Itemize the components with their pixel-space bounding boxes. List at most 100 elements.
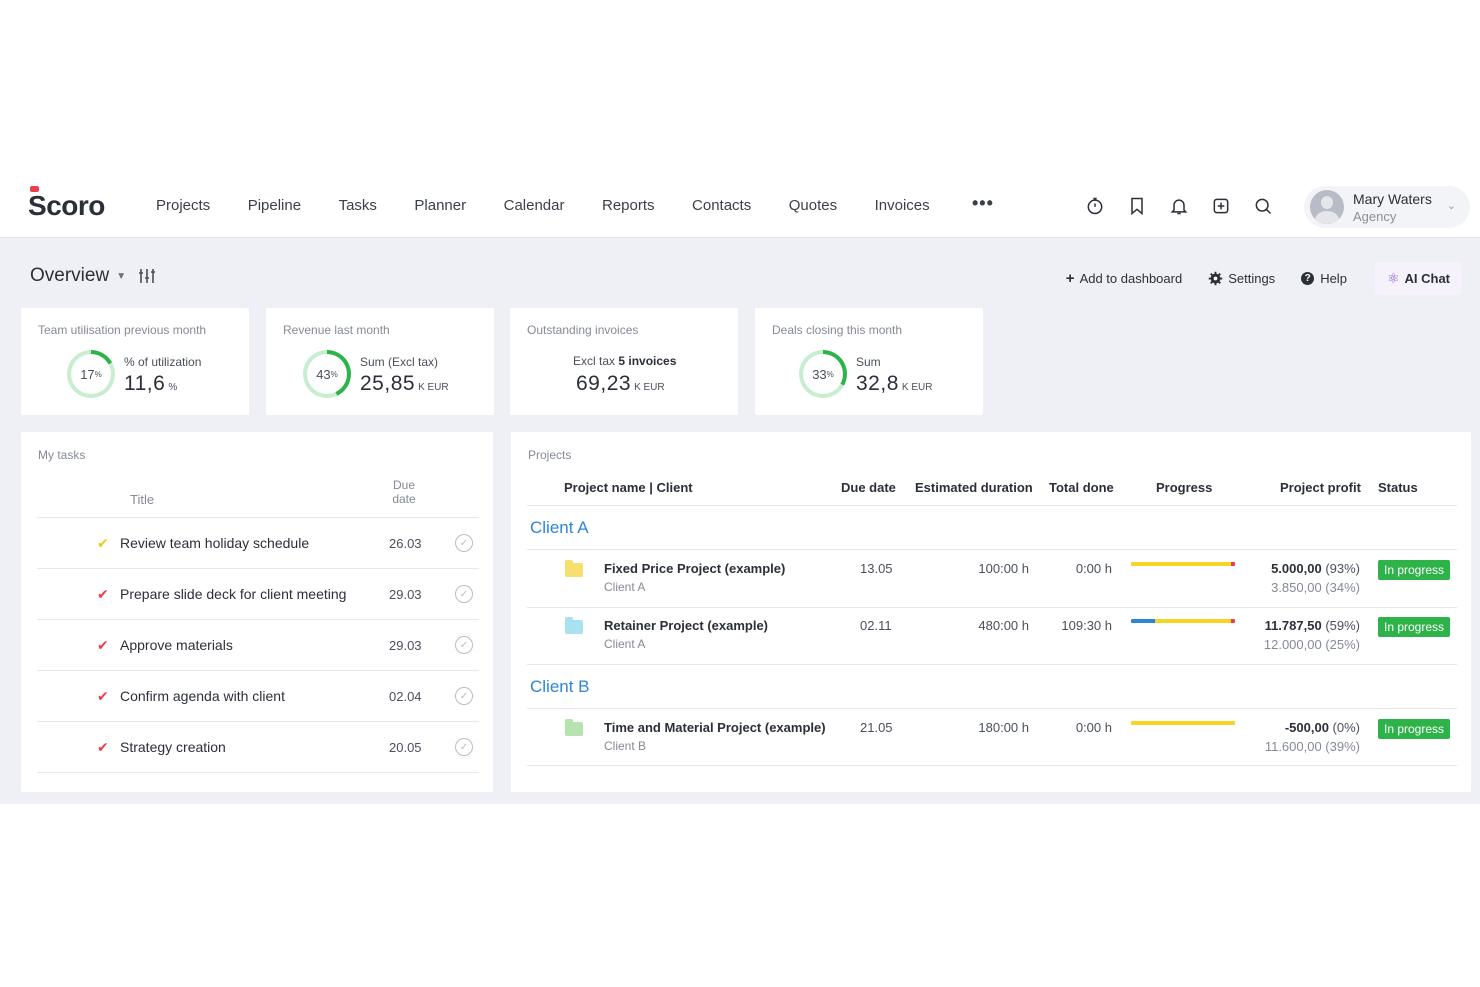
status-badge[interactable]: In progress bbox=[1378, 617, 1451, 637]
complete-task-icon[interactable]: ✓ bbox=[455, 585, 473, 603]
task-title[interactable]: Prepare slide deck for client meeting bbox=[120, 586, 346, 602]
kpi-subtitle: % of utilization bbox=[124, 355, 202, 369]
progress-bar-overdue bbox=[1231, 562, 1235, 566]
dashboard-selector[interactable]: Overview ▼ bbox=[30, 265, 156, 287]
settings-button[interactable]: Settings bbox=[1208, 271, 1275, 286]
complete-task-icon[interactable]: ✓ bbox=[455, 738, 473, 756]
project-profit-value: 11.787,50 bbox=[1264, 618, 1322, 633]
checkmark-icon: ✔ bbox=[97, 739, 109, 755]
list-item[interactable]: ✔ Review team holiday schedule 26.03 ✓ bbox=[37, 518, 479, 569]
scoro-logo[interactable]: Scoro bbox=[28, 190, 105, 222]
table-row[interactable]: Time and Material Project (example) Clie… bbox=[527, 709, 1457, 766]
client-group-label[interactable]: Client B bbox=[530, 677, 590, 697]
more-menu-icon[interactable]: ••• bbox=[972, 193, 994, 214]
overview-actions: + Add to dashboard Settings ? Help ⚛ AI … bbox=[1040, 262, 1462, 295]
task-title[interactable]: Approve materials bbox=[120, 637, 233, 653]
nav-item-reports[interactable]: Reports bbox=[602, 197, 655, 214]
kpi-card-invoices[interactable]: Outstanding invoices Excl tax 5 invoices… bbox=[510, 308, 738, 415]
add-to-dashboard-button[interactable]: + Add to dashboard bbox=[1066, 270, 1182, 287]
search-icon[interactable] bbox=[1252, 195, 1274, 217]
kpi-title: Revenue last month bbox=[283, 323, 390, 337]
complete-task-icon[interactable]: ✓ bbox=[455, 636, 473, 654]
kpi-donut-label: 43 bbox=[316, 366, 331, 382]
column-header-estimated-duration[interactable]: Estimated duration bbox=[915, 480, 1033, 506]
kpi-card-revenue[interactable]: Revenue last month 43% Sum (Excl tax) 25… bbox=[266, 308, 494, 415]
filter-sliders-icon[interactable] bbox=[138, 267, 156, 285]
project-client[interactable]: Client A bbox=[604, 580, 645, 594]
task-title[interactable]: Confirm agenda with client bbox=[120, 688, 285, 704]
projects-panel: Projects Project name | Client Due date … bbox=[511, 432, 1471, 792]
user-menu[interactable]: Mary Waters Agency ⌄ bbox=[1304, 186, 1470, 228]
top-icon-group bbox=[1084, 195, 1294, 217]
kpi-value: 32,8 K EUR bbox=[856, 372, 932, 396]
task-title[interactable]: Strategy creation bbox=[120, 739, 226, 755]
project-planned-profit: 11.600,00 (39%) bbox=[1264, 739, 1360, 754]
project-name[interactable]: Retainer Project (example) bbox=[604, 618, 768, 633]
page-title: Overview bbox=[30, 265, 110, 286]
nav-item-projects[interactable]: Projects bbox=[156, 197, 210, 214]
my-tasks-panel: My tasks Title Due date ✔ Review team ho… bbox=[21, 432, 493, 792]
progress-bar bbox=[1131, 562, 1235, 566]
nav-item-quotes[interactable]: Quotes bbox=[789, 197, 837, 214]
column-header-title[interactable]: Title bbox=[130, 492, 154, 507]
nav-item-tasks[interactable]: Tasks bbox=[339, 197, 377, 214]
list-item[interactable]: ✔ Confirm agenda with client 02.04 ✓ bbox=[37, 671, 479, 722]
nav-item-invoices[interactable]: Invoices bbox=[875, 197, 930, 214]
divider bbox=[527, 664, 1457, 665]
bookmark-icon[interactable] bbox=[1126, 195, 1148, 217]
client-group-label[interactable]: Client A bbox=[530, 518, 589, 538]
kpi-donut-label: 17 bbox=[80, 366, 95, 382]
project-client[interactable]: Client B bbox=[604, 739, 646, 753]
project-profit-percent: (0%) bbox=[1332, 720, 1360, 735]
kpi-value-number: 11,6 bbox=[124, 372, 166, 395]
add-square-icon[interactable] bbox=[1210, 195, 1232, 217]
list-item[interactable]: ✔ Strategy creation 20.05 ✓ bbox=[37, 722, 479, 773]
project-name[interactable]: Time and Material Project (example) bbox=[604, 720, 826, 735]
help-icon: ? bbox=[1301, 272, 1315, 285]
column-header-progress[interactable]: Progress bbox=[1156, 480, 1212, 506]
project-profit-value: 5.000,00 bbox=[1271, 561, 1322, 576]
kpi-value: 11,6% bbox=[124, 372, 177, 396]
kpi-subtitle: Sum bbox=[856, 355, 881, 369]
timer-icon[interactable] bbox=[1084, 195, 1106, 217]
task-title[interactable]: Review team holiday schedule bbox=[120, 535, 309, 551]
complete-task-icon[interactable]: ✓ bbox=[455, 534, 473, 552]
column-header-project-name[interactable]: Project name | Client bbox=[564, 480, 693, 506]
divider bbox=[527, 505, 1457, 506]
project-client[interactable]: Client A bbox=[604, 637, 645, 651]
complete-task-icon[interactable]: ✓ bbox=[455, 687, 473, 705]
table-row[interactable]: Fixed Price Project (example) Client A 1… bbox=[527, 550, 1457, 607]
project-planned-profit: 3.850,00 (34%) bbox=[1271, 580, 1360, 595]
kpi-subtitle-prefix: Excl tax bbox=[573, 354, 616, 368]
bell-icon[interactable] bbox=[1168, 195, 1190, 217]
column-header-due-date[interactable]: Due date bbox=[381, 478, 427, 506]
progress-bar-done bbox=[1131, 619, 1155, 623]
list-item[interactable]: ✔ Approve materials 29.03 ✓ bbox=[37, 620, 479, 671]
user-name: Mary Waters bbox=[1353, 190, 1432, 207]
project-name[interactable]: Fixed Price Project (example) bbox=[604, 561, 785, 576]
project-planned-profit: 12.000,00 (25%) bbox=[1263, 637, 1360, 652]
column-header-status[interactable]: Status bbox=[1378, 480, 1418, 506]
nav-item-contacts[interactable]: Contacts bbox=[692, 197, 751, 214]
nav-item-calendar[interactable]: Calendar bbox=[504, 197, 565, 214]
panel-title: My tasks bbox=[38, 448, 86, 462]
column-header-project-profit[interactable]: Project profit bbox=[1280, 480, 1361, 506]
task-due-date: 20.05 bbox=[389, 740, 422, 755]
status-badge[interactable]: In progress bbox=[1378, 719, 1451, 739]
status-badge[interactable]: In progress bbox=[1378, 560, 1451, 580]
column-header-total-done[interactable]: Total done bbox=[1049, 480, 1114, 506]
list-item[interactable]: ✔ Prepare slide deck for client meeting … bbox=[37, 569, 479, 620]
nav-item-pipeline[interactable]: Pipeline bbox=[248, 197, 301, 214]
ai-chat-button[interactable]: ⚛ AI Chat bbox=[1374, 262, 1462, 295]
nav-item-planner[interactable]: Planner bbox=[414, 197, 466, 214]
kpi-card-utilisation[interactable]: Team utilisation previous month 17% % of… bbox=[21, 308, 249, 415]
help-button[interactable]: ? Help bbox=[1301, 271, 1347, 286]
project-due-date: 02.11 bbox=[860, 618, 892, 633]
panel-title: Projects bbox=[528, 448, 572, 462]
help-label: Help bbox=[1320, 271, 1347, 286]
kpi-card-deals[interactable]: Deals closing this month 33% Sum 32,8 K E… bbox=[755, 308, 983, 415]
column-header-due-date[interactable]: Due date bbox=[841, 480, 896, 506]
project-profit: -500,00 (0%) bbox=[1285, 720, 1360, 735]
project-estimated-duration: 480:00 h bbox=[978, 618, 1029, 633]
table-row[interactable]: Retainer Project (example) Client A 02.1… bbox=[527, 607, 1457, 664]
